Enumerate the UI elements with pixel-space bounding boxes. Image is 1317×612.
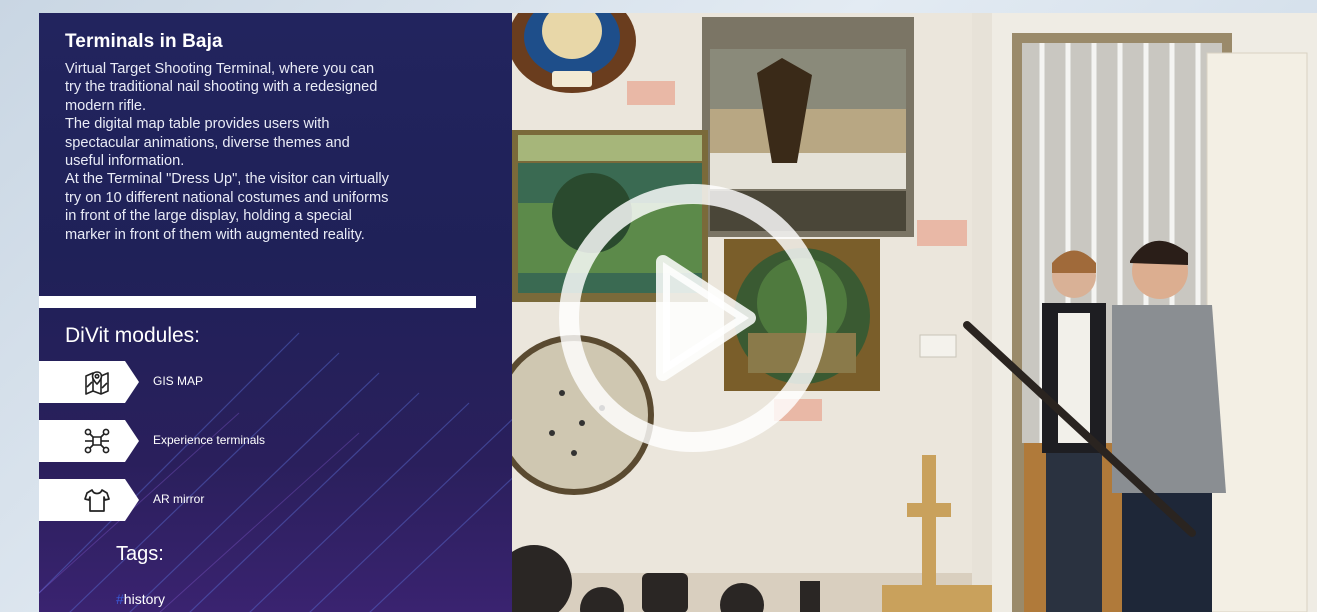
panel-description: Virtual Target Shooting Terminal, where … [65,60,495,244]
shirt-icon [84,489,110,512]
description-line: spectacular animations, diverse themes a… [65,134,350,151]
module-label: GIS MAP [153,374,204,388]
play-icon [656,255,756,381]
description-line: marker in front of them with augmented r… [65,226,365,243]
visitor-woman [1042,250,1106,612]
label-card [917,220,967,246]
play-button[interactable] [559,184,827,452]
tag-label: history [123,591,166,607]
tag-hash: # [116,591,124,607]
description-line: useful information. [65,153,185,170]
description-line: try the traditional nail shooting with a… [65,79,378,96]
wall-socket [919,334,957,358]
module-label: Experience terminals [153,433,266,447]
tags-heading: Tags: [116,543,164,565]
panel-title: Terminals in Baja [65,31,223,52]
module-ar-mirror[interactable]: AR mirror [39,479,204,521]
description-line: in front of the large display, holding a… [65,208,352,225]
open-door [1206,52,1308,612]
content-frame: Terminals in Baja Virtual Target Shootin… [39,13,1317,612]
description-line: modern rifle. [65,97,147,114]
description-line: Virtual Target Shooting Terminal, where … [65,61,375,77]
network-icon [84,428,110,454]
description-line: try on 10 different national costumes an… [65,189,389,206]
map-icon [85,371,109,395]
module-label: AR mirror [153,492,205,506]
divider-bar [39,296,476,308]
description-line: At the Terminal "Dress Up", the visitor … [65,171,389,188]
module-experience-terminals[interactable]: Experience terminals [39,420,265,462]
info-panel: Terminals in Baja Virtual Target Shootin… [39,13,512,612]
tag-link-history[interactable]: #history [116,591,165,607]
label-card [627,81,675,105]
module-gis-map[interactable]: GIS MAP [39,361,203,403]
description-line: The digital map table provides users wit… [65,116,330,133]
modules-heading: DiVit modules: [65,324,201,347]
